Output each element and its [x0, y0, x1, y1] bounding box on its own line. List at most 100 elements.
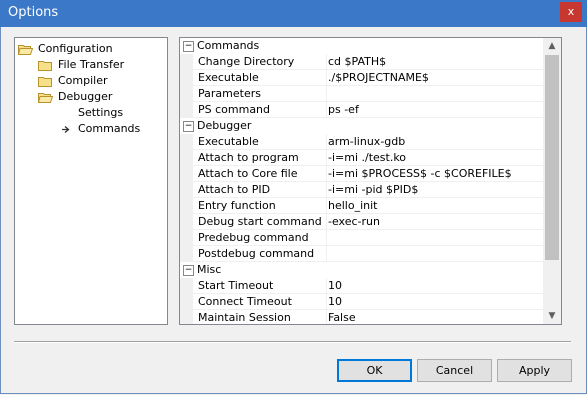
property-name-cell[interactable]: Postdebug command [180, 246, 327, 262]
property-value: ps -ef [328, 103, 359, 116]
vertical-scrollbar[interactable]: ▲ ▼ [543, 38, 561, 324]
property-name-cell[interactable]: Connect Timeout [180, 294, 327, 310]
scroll-up-icon[interactable]: ▲ [543, 38, 561, 54]
apply-button[interactable]: Apply [497, 359, 572, 382]
property-value: arm-linux-gdb [328, 135, 406, 148]
property-row[interactable]: Change Directory cd $PATH$ [180, 54, 543, 70]
property-name: PS command [198, 103, 271, 116]
property-row[interactable]: Debug start command -exec-run [180, 214, 543, 230]
tree-item-label: Settings [78, 106, 124, 119]
property-value-cell[interactable] [327, 86, 543, 102]
property-name: Entry function [198, 199, 276, 212]
property-name-cell[interactable]: PS command [180, 102, 327, 118]
close-button[interactable]: x [560, 2, 582, 22]
property-name: Attach to program [198, 151, 299, 164]
property-name-cell[interactable]: Debug start command [180, 214, 327, 230]
property-name-cell[interactable]: Executable [180, 70, 327, 86]
tree-item-label: Configuration [38, 42, 113, 55]
property-value: -exec-run [328, 215, 380, 228]
property-name-cell[interactable]: Maintain Session [180, 310, 327, 324]
property-name: Change Directory [198, 55, 295, 68]
property-value-cell[interactable]: -i=mi $PROCESS$ -c $COREFILE$ [327, 166, 543, 182]
property-name: Predebug command [198, 231, 309, 244]
property-name: Maintain Session [198, 311, 291, 324]
collapse-icon[interactable]: − [183, 41, 194, 52]
property-name: Parameters [198, 87, 261, 100]
property-value: 10 [328, 279, 342, 292]
property-name-cell[interactable]: Attach to program [180, 150, 327, 166]
property-value: -i=mi $PROCESS$ -c $COREFILE$ [328, 167, 512, 180]
property-value-cell[interactable] [327, 198, 543, 214]
category-commands[interactable]: − Commands [180, 38, 543, 54]
property-value-cell[interactable] [327, 246, 543, 262]
property-name-cell[interactable]: Executable [180, 134, 327, 150]
property-row[interactable]: Start Timeout 10 [180, 278, 543, 294]
property-value-cell[interactable] [327, 230, 543, 246]
property-name-cell[interactable]: Parameters [180, 86, 327, 102]
property-name: Executable [198, 71, 259, 84]
collapse-icon[interactable]: − [183, 121, 194, 132]
folder-open-icon [38, 93, 53, 103]
options-tree[interactable]: Configuration File Transfer Compiler Deb… [14, 37, 168, 325]
property-value-cell[interactable]: 10 [327, 278, 543, 294]
property-row[interactable]: Maintain Session False [180, 310, 543, 324]
property-name-cell[interactable]: Predebug command [180, 230, 327, 246]
property-value-cell[interactable]: -i=mi ./test.ko [327, 150, 543, 166]
category-debugger[interactable]: − Debugger [180, 118, 543, 134]
collapse-icon[interactable]: − [183, 265, 194, 276]
property-name-cell[interactable]: Attach to PID [180, 182, 327, 198]
property-row[interactable]: Attach to Core file -i=mi $PROCESS$ -c $… [180, 166, 543, 182]
scroll-down-icon[interactable]: ▼ [543, 308, 561, 324]
property-row[interactable]: Executable ./$PROJECTNAME$ [180, 70, 543, 86]
category-label: Debugger [197, 119, 252, 132]
property-value-cell[interactable]: arm-linux-gdb [327, 134, 543, 150]
property-name: Attach to PID [198, 183, 271, 196]
property-row[interactable]: Attach to PID -i=mi -pid $PID$ [180, 182, 543, 198]
property-name: Executable [198, 135, 259, 148]
property-value: -i=mi ./test.ko [328, 151, 407, 164]
property-value-cell[interactable]: ./$PROJECTNAME$ [327, 70, 543, 86]
property-value-cell[interactable]: -i=mi -pid $PID$ [327, 182, 543, 198]
property-row[interactable]: Connect Timeout 10 [180, 294, 543, 310]
property-row[interactable]: Entry function [180, 198, 543, 214]
category-label: Commands [197, 39, 260, 52]
property-row[interactable]: PS command ps -ef [180, 102, 543, 118]
folder-open-icon [18, 45, 33, 55]
property-row[interactable]: Parameters [180, 86, 543, 102]
separator [14, 341, 571, 343]
property-value: ./$PROJECTNAME$ [328, 71, 429, 84]
entry-function-input[interactable] [327, 198, 542, 213]
tree-item-label: Compiler [58, 74, 108, 87]
window-title: Options [8, 5, 59, 20]
property-value-cell[interactable]: 10 [327, 294, 543, 310]
ok-button[interactable]: OK [337, 359, 412, 382]
property-name: Debug start command [198, 215, 322, 228]
folder-icon [38, 61, 52, 71]
title-bar: Options x [0, 0, 587, 27]
tree-item-label: Commands [78, 122, 141, 135]
arrow-right-icon [62, 126, 70, 133]
property-name-cell[interactable]: Attach to Core file [180, 166, 327, 182]
property-row[interactable]: Executable arm-linux-gdb [180, 134, 543, 150]
property-name: Postdebug command [198, 247, 315, 260]
folder-icon [38, 77, 52, 87]
property-name-cell[interactable]: Start Timeout [180, 278, 327, 294]
property-value-cell[interactable]: False [327, 310, 543, 324]
property-name: Connect Timeout [198, 295, 292, 308]
property-name: Start Timeout [198, 279, 274, 292]
cancel-button[interactable]: Cancel [417, 359, 492, 382]
scroll-thumb[interactable] [545, 55, 559, 260]
property-value-cell[interactable]: ps -ef [327, 102, 543, 118]
property-row[interactable]: Predebug command [180, 230, 543, 246]
property-row[interactable]: Attach to program -i=mi ./test.ko [180, 150, 543, 166]
property-name-cell[interactable]: Change Directory [180, 54, 327, 70]
property-value-cell[interactable]: -exec-run [327, 214, 543, 230]
property-name: Attach to Core file [198, 167, 298, 180]
property-value-cell[interactable]: cd $PATH$ [327, 54, 543, 70]
category-misc[interactable]: − Misc [180, 262, 543, 278]
property-value: cd $PATH$ [328, 55, 387, 68]
property-row[interactable]: Postdebug command [180, 246, 543, 262]
property-grid[interactable]: − Commands Change Directory cd $PATH$ Ex… [179, 37, 562, 325]
property-name-cell[interactable]: Entry function [180, 198, 327, 214]
tree-item-label: File Transfer [58, 58, 125, 71]
